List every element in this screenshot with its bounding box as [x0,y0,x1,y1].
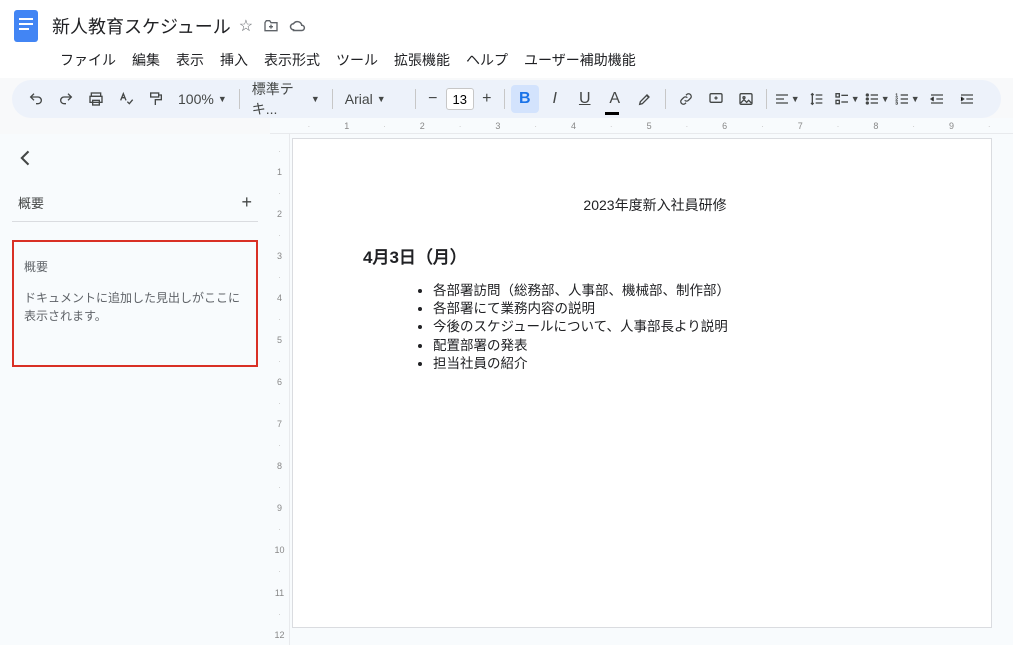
menu-accessibility[interactable]: ユーザー補助機能 [518,46,642,74]
sidebar-header: 概要 + [12,184,258,222]
bullet-list-button[interactable]: ▼ [863,85,891,113]
insert-image-button[interactable] [732,85,760,113]
menu-bar: ファイル 編集 表示 挿入 表示形式 ツール 拡張機能 ヘルプ ユーザー補助機能 [0,44,1013,78]
outline-empty-text: ドキュメントに追加した見出しがここに表示されます。 [24,289,246,325]
print-button[interactable] [82,85,110,113]
separator [665,89,666,109]
docs-logo-icon[interactable] [8,8,44,44]
document-page[interactable]: 2023年度新入社員研修 4月3日（月） 各部署訪問（総務部、人事部、機械部、制… [292,138,992,628]
list-item[interactable]: 各部署訪問（総務部、人事部、機械部、制作部） [433,282,921,300]
separator [332,89,333,109]
star-icon[interactable]: ☆ [239,16,253,36]
separator [504,89,505,109]
undo-button[interactable] [22,85,50,113]
font-size-increase-button[interactable]: + [476,88,498,110]
doc-title-text[interactable]: 2023年度新入社員研修 [389,195,921,215]
outline-title: 概要 [24,258,246,275]
indent-decrease-button[interactable] [923,85,951,113]
menu-tools[interactable]: ツール [330,46,384,74]
line-spacing-button[interactable] [803,85,831,113]
text-color-button[interactable]: A [601,85,629,113]
vertical-ruler[interactable]: ·1·2·3·4·5·6·7·8·9·10·11·12 [270,134,290,645]
title-icons: ☆ [239,16,307,36]
align-button[interactable]: ▼ [773,85,801,113]
toolbar: 100%▼ 標準テキ...▼ Arial▼ − + B I U A ▼ ▼ ▼ … [12,80,1001,118]
separator [415,89,416,109]
spellcheck-button[interactable] [112,85,140,113]
font-value: Arial [345,91,373,107]
move-icon[interactable] [263,18,279,34]
menu-view[interactable]: 表示 [170,46,210,74]
menu-help[interactable]: ヘルプ [460,46,514,74]
redo-button[interactable] [52,85,80,113]
menu-file[interactable]: ファイル [54,46,122,74]
menu-format[interactable]: 表示形式 [258,46,326,74]
list-item[interactable]: 各部署にて業務内容の説明 [433,300,921,318]
svg-text:3: 3 [895,100,898,105]
separator [239,89,240,109]
highlight-button[interactable] [631,85,659,113]
list-item[interactable]: 担当社員の紹介 [433,355,921,373]
menu-insert[interactable]: 挿入 [214,46,254,74]
sidebar-header-label: 概要 [18,193,44,212]
cloud-status-icon[interactable] [289,18,307,34]
bold-button[interactable]: B [511,85,539,113]
style-dropdown[interactable]: 標準テキ...▼ [246,85,326,113]
font-size-input[interactable] [446,88,474,110]
outline-empty-box: 概要 ドキュメントに追加した見出しがここに表示されます。 [12,240,258,367]
sidebar-back-button[interactable] [12,144,40,172]
document-title[interactable]: 新人教育スケジュール [52,13,231,39]
list-item[interactable]: 今後のスケジュールについて、人事部長より説明 [433,318,921,336]
menu-edit[interactable]: 編集 [126,46,166,74]
numbered-list-button[interactable]: 123▼ [893,85,921,113]
main-area: 概要 + 概要 ドキュメントに追加した見出しがここに表示されます。 ·1·2·3… [0,134,1013,645]
zoom-value: 100% [178,91,214,107]
page-scroll-area[interactable]: 2023年度新入社員研修 4月3日（月） 各部署訪問（総務部、人事部、機械部、制… [290,134,1013,645]
font-dropdown[interactable]: Arial▼ [339,85,409,113]
underline-button[interactable]: U [571,85,599,113]
app-header: 新人教育スケジュール ☆ ファイル 編集 表示 挿入 表示形式 ツール 拡張機能… [0,0,1013,78]
italic-button[interactable]: I [541,85,569,113]
font-size-decrease-button[interactable]: − [422,88,444,110]
title-row: 新人教育スケジュール ☆ [0,6,1013,44]
style-value: 標準テキ... [252,79,307,119]
paint-format-button[interactable] [142,85,170,113]
horizontal-ruler[interactable]: ·1·2·3·4·5·6·7·8·9·10·11·12·13·14·15·16·… [270,118,1013,134]
zoom-dropdown[interactable]: 100%▼ [172,85,233,113]
doc-bullet-list[interactable]: 各部署訪問（総務部、人事部、機械部、制作部）各部署にて業務内容の説明今後のスケジ… [389,282,921,373]
checklist-button[interactable]: ▼ [833,85,861,113]
document-wrapper: ·1·2·3·4·5·6·7·8·9·10·11·12 2023年度新入社員研修… [270,134,1013,645]
separator [766,89,767,109]
list-item[interactable]: 配置部署の発表 [433,337,921,355]
menu-extensions[interactable]: 拡張機能 [388,46,456,74]
add-comment-button[interactable] [702,85,730,113]
font-size-control: − + [422,88,498,110]
insert-link-button[interactable] [672,85,700,113]
doc-heading[interactable]: 4月3日（月） [363,243,921,268]
outline-sidebar: 概要 + 概要 ドキュメントに追加した見出しがここに表示されます。 [0,134,270,645]
indent-increase-button[interactable] [953,85,981,113]
sidebar-add-button[interactable]: + [241,192,252,213]
